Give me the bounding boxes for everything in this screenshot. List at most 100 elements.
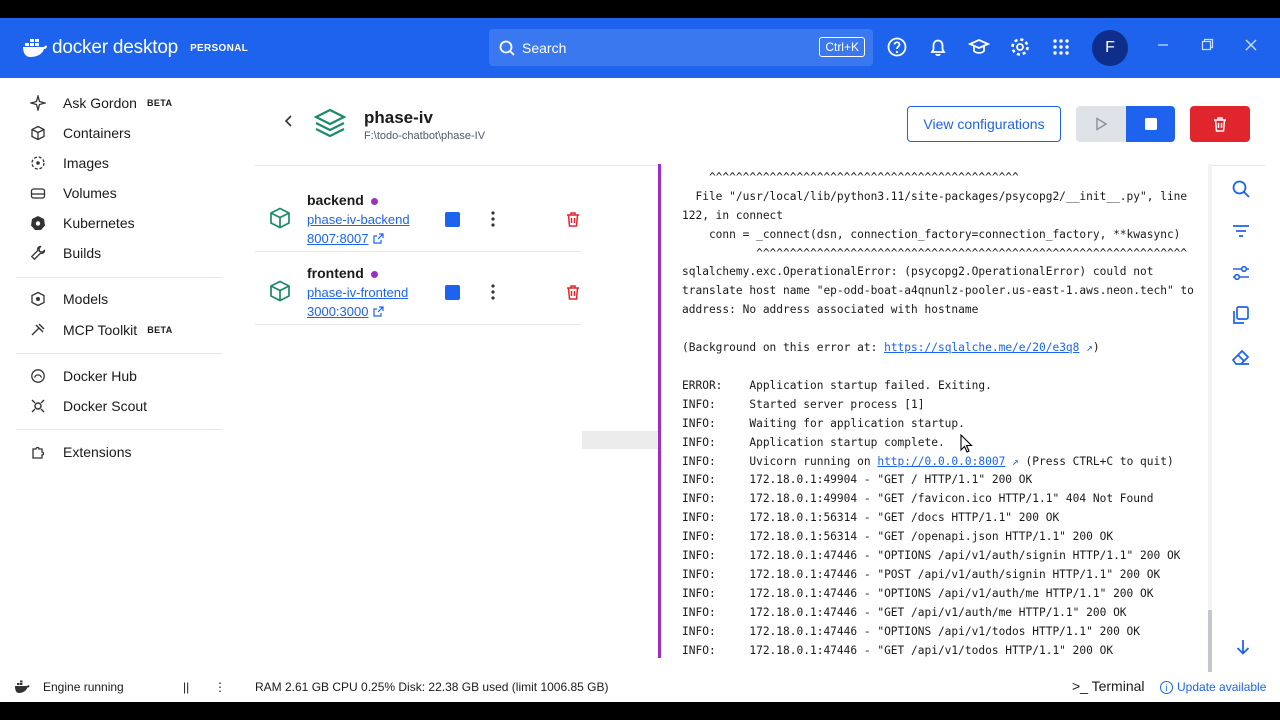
service-row-frontend[interactable]: frontend phase-iv-frontend 3000:3000 (255, 253, 582, 325)
settings-sliders-icon[interactable] (1230, 262, 1252, 284)
sidebar-item-builds[interactable]: Builds (30, 241, 101, 265)
chevron-left-icon[interactable] (282, 114, 296, 128)
wrench-icon (30, 245, 46, 261)
more-vertical-icon[interactable] (491, 284, 495, 300)
log-line: INFO: 172.18.0.1:47446 - "OPTIONS /api/v… (682, 549, 1181, 563)
sidebar-item-label: Builds (63, 245, 102, 261)
sidebar-item-ask-gordon[interactable]: Ask Gordon BETA (30, 91, 172, 115)
beta-badge: BETA (146, 98, 173, 108)
sidebar-item-docker-scout[interactable]: Docker Scout (30, 394, 147, 418)
view-configurations-button[interactable]: View configurations (907, 106, 1061, 142)
stop-button[interactable] (1126, 106, 1175, 142)
log-line: ^^^^^^^^^^^^^^^^^^^^^^^^^^^^^^^^^^^^^^^^… (682, 170, 1019, 184)
sidebar-item-label: Ask Gordon (63, 95, 137, 111)
log-line: ERROR: Application startup failed. Exiti… (682, 378, 992, 392)
sidebar-item-label: Images (63, 155, 109, 171)
header-actions (886, 36, 1072, 58)
pause-engine-button[interactable]: || (183, 680, 189, 694)
gear-icon[interactable] (1009, 36, 1031, 58)
sidebar-item-label: Models (63, 291, 109, 307)
plan-badge: PERSONAL (190, 42, 249, 54)
container-link[interactable]: phase-iv-backend (307, 212, 410, 227)
log-line-suffix: (Press CTRL+C to quit) (1018, 454, 1174, 468)
service-row-backend[interactable]: backend phase-iv-backend 8007:8007 (255, 180, 582, 252)
help-icon[interactable] (886, 36, 908, 58)
log-link[interactable]: https://sqlalche.me/e/20/e3q8 (884, 341, 1079, 354)
log-output: ^^^^^^^^^^^^^^^^^^^^^^^^^^^^^^^^^^^^^^^^… (682, 164, 1194, 658)
sidebar-item-docker-hub[interactable]: Docker Hub (30, 364, 137, 388)
brand-name: docker desktop (52, 37, 179, 58)
stop-service-button[interactable] (445, 285, 460, 300)
sidebar-item-label: Docker Hub (63, 368, 137, 384)
log-scrollbar-thumb[interactable] (1208, 610, 1212, 672)
learn-icon[interactable] (968, 36, 990, 58)
external-link-icon (373, 306, 385, 317)
eraser-icon[interactable] (1230, 346, 1252, 368)
search-placeholder: Search (522, 39, 567, 56)
sidebar-item-volumes[interactable]: Volumes (30, 181, 117, 205)
log-link[interactable]: http://0.0.0.0:8007 (877, 455, 1005, 468)
log-line: INFO: Uvicorn running on (682, 454, 878, 468)
log-line: INFO: Waiting for application startup. (682, 416, 965, 430)
log-line: (Background on this error at: (682, 341, 885, 355)
trash-icon[interactable] (565, 211, 581, 227)
page-title: phase-iv (364, 108, 433, 127)
log-line: INFO: Started server process [1] (682, 397, 925, 411)
log-line: INFO: 172.18.0.1:47446 - "POST /api/v1/a… (682, 567, 1161, 581)
trash-icon (1214, 117, 1226, 132)
sidebar-item-extensions[interactable]: Extensions (30, 440, 131, 464)
log-line: sqlalchemy.exc.OperationalError: (psycop… (682, 265, 1154, 279)
sidebar-item-label: Kubernetes (63, 215, 135, 231)
more-vertical-icon[interactable] (491, 211, 495, 227)
log-line: INFO: 172.18.0.1:47446 - "GET /api/v1/to… (682, 643, 1114, 657)
sidebar: Ask Gordon BETA Containers Images Volume… (0, 78, 240, 672)
volume-icon (30, 188, 46, 199)
top-bar: docker desktop PERSONAL Search Ctrl+K F (0, 18, 1280, 78)
container-icon (270, 280, 290, 302)
docker-whale-icon (15, 680, 30, 693)
external-link-icon (373, 233, 385, 244)
window-controls (1156, 38, 1258, 52)
log-line: INFO: Application startup complete. (682, 435, 945, 449)
close-icon[interactable] (1244, 38, 1258, 52)
sidebar-item-label: Containers (63, 125, 131, 141)
log-line: INFO: 172.18.0.1:49904 - "GET /favicon.i… (682, 492, 1154, 506)
engine-more-button[interactable]: ⋮ (214, 680, 226, 694)
brand: docker desktop PERSONAL (22, 37, 248, 59)
update-available-link[interactable]: i Update available (1160, 680, 1266, 694)
sidebar-item-mcp-toolkit[interactable]: MCP Toolkit BETA (30, 318, 173, 342)
compose-stack-icon (313, 108, 347, 138)
avatar[interactable]: F (1092, 30, 1128, 66)
log-scrollbar[interactable] (1208, 164, 1212, 674)
port-link[interactable]: 8007:8007 (307, 231, 385, 246)
sidebar-divider (16, 429, 222, 430)
bell-icon[interactable] (927, 36, 949, 58)
sidebar-item-containers[interactable]: Containers (30, 121, 131, 145)
sidebar-item-images[interactable]: Images (30, 151, 109, 175)
search-bar[interactable]: Search Ctrl+K (489, 29, 873, 66)
puzzle-icon (32, 446, 45, 459)
container-link[interactable]: phase-iv-frontend (307, 285, 408, 300)
port-link[interactable]: 3000:3000 (307, 304, 385, 319)
trash-icon[interactable] (565, 284, 581, 300)
log-viewer[interactable]: ^^^^^^^^^^^^^^^^^^^^^^^^^^^^^^^^^^^^^^^^… (658, 164, 1210, 658)
log-line: address: No address associated with host… (682, 303, 979, 317)
terminal-button[interactable]: >_ Terminal (1072, 678, 1145, 694)
sidebar-item-models[interactable]: Models (30, 287, 108, 311)
log-line: INFO: 172.18.0.1:49904 - "GET / HTTP/1.1… (682, 473, 1033, 487)
sidebar-item-kubernetes[interactable]: Kubernetes (30, 211, 135, 235)
apps-grid-icon[interactable] (1050, 36, 1072, 58)
info-icon: i (1160, 681, 1173, 694)
delete-button[interactable] (1190, 106, 1250, 142)
log-toolbar (1230, 178, 1252, 368)
start-button[interactable] (1076, 106, 1126, 142)
status-dot (370, 197, 378, 205)
arrow-down-icon[interactable] (1234, 638, 1252, 656)
hub-icon (31, 369, 45, 383)
stop-service-button[interactable] (445, 212, 460, 227)
copy-icon[interactable] (1230, 304, 1252, 326)
filter-icon[interactable] (1230, 220, 1252, 242)
maximize-icon[interactable] (1200, 38, 1214, 52)
minimize-icon[interactable] (1156, 38, 1170, 52)
search-icon[interactable] (1230, 178, 1252, 200)
